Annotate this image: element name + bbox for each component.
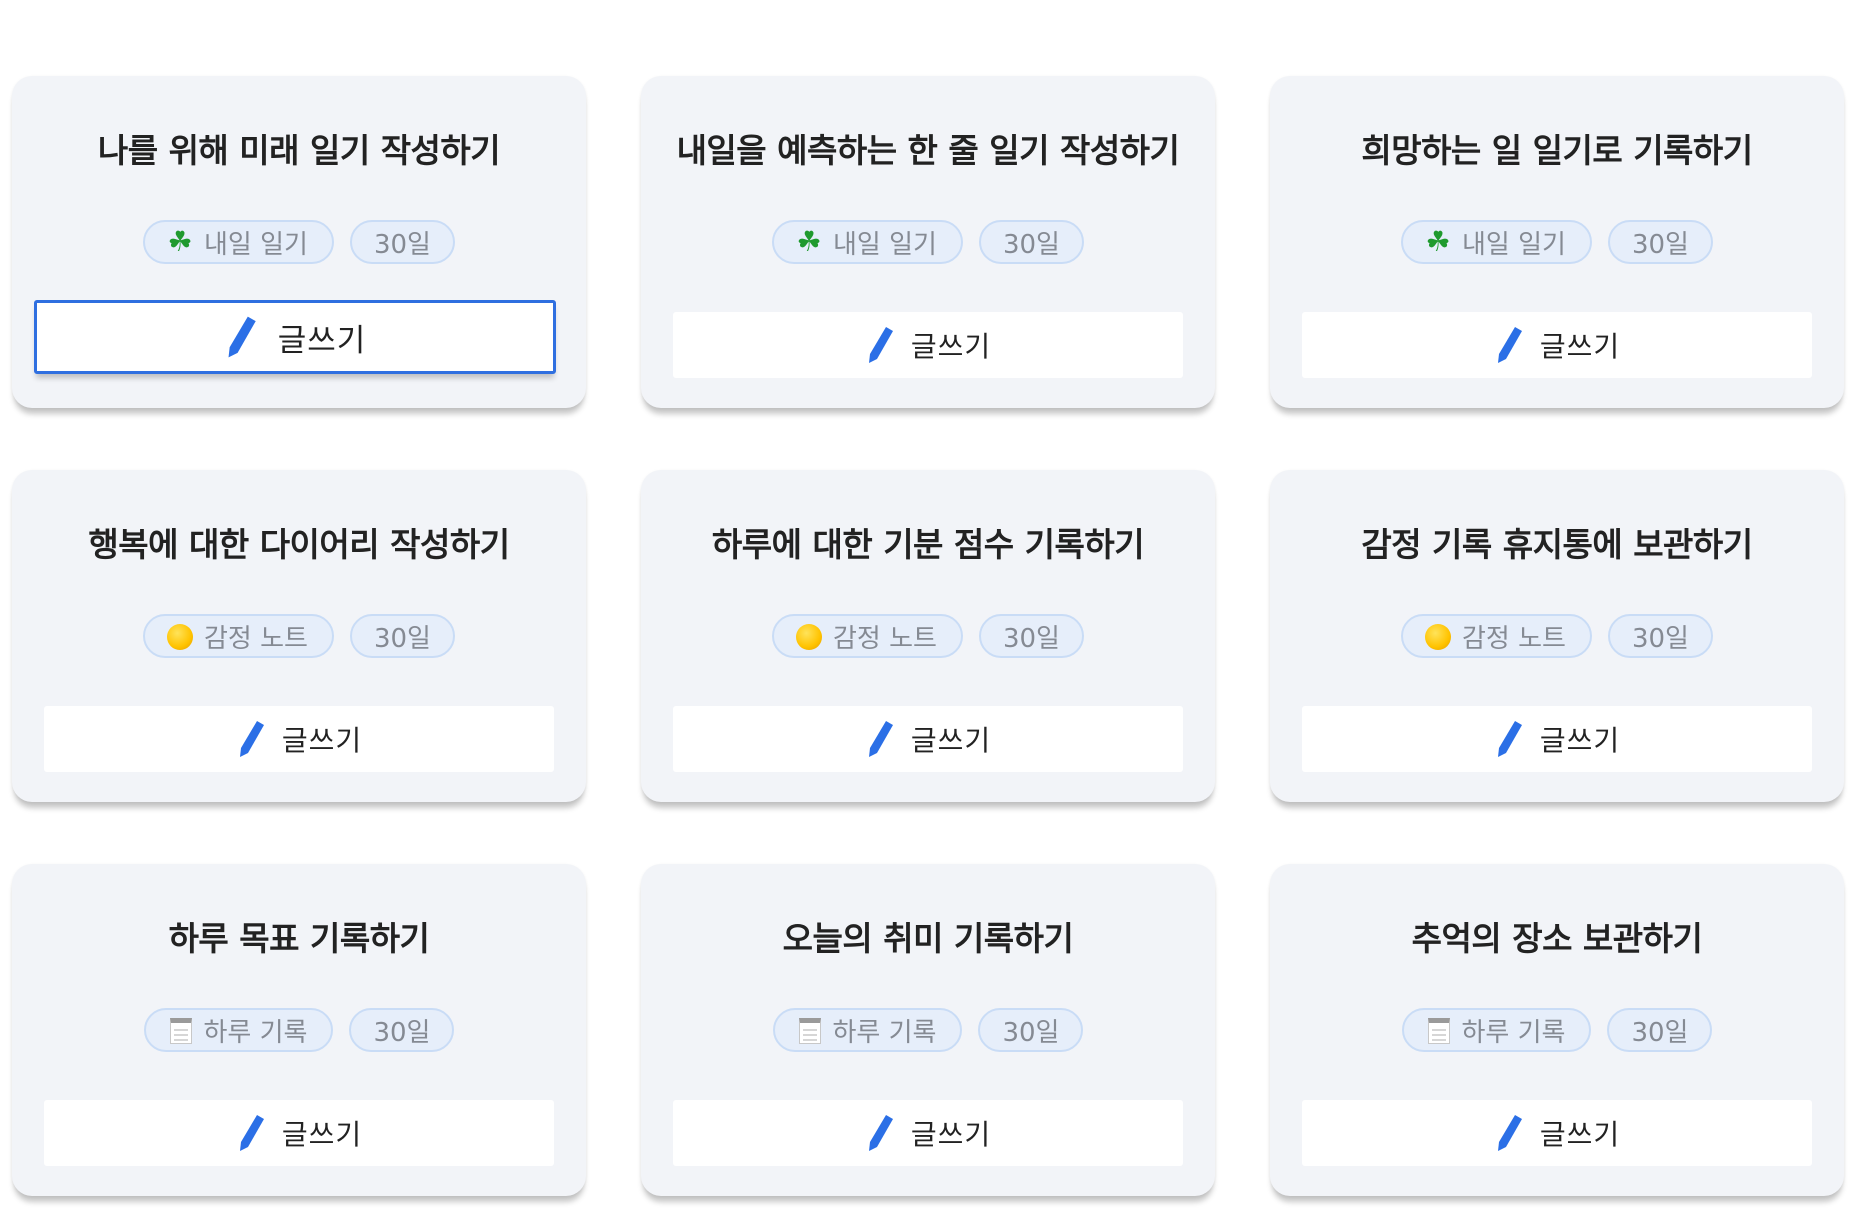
clover-icon: ☘ [1425,225,1451,258]
pencil-icon [868,721,893,757]
card-tags: 하루 기록 30일 [1270,1008,1844,1052]
write-button[interactable]: 글쓰기 [44,1100,554,1166]
card-title: 나를 위해 미래 일기 작성하기 [97,131,501,170]
category-chip: ☘ 내일 일기 [1401,220,1592,264]
category-chip: 감정 노트 [143,614,334,658]
days-chip: 30일 [978,1008,1084,1052]
category-label: 내일 일기 [1462,229,1566,260]
sun-icon [167,624,194,650]
write-button-label: 글쓰기 [1539,330,1621,363]
card-tags: 하루 기록 30일 [641,1008,1215,1052]
clover-icon: ☘ [167,225,193,258]
write-button[interactable]: 글쓰기 [673,312,1183,378]
write-button-label: 글쓰기 [281,724,363,757]
days-chip: 30일 [349,1008,455,1052]
category-chip: 감정 노트 [772,614,963,658]
write-button[interactable]: 글쓰기 [673,706,1183,772]
pencil-icon [1497,721,1522,757]
write-button[interactable]: 글쓰기 [1302,706,1812,772]
category-label: 감정 노트 [833,623,937,654]
diary-card: 감정 기록 휴지통에 보관하기 감정 노트 30일 글쓰기 [1270,470,1844,802]
write-button-label: 글쓰기 [281,1118,363,1151]
card-title: 내일을 예측하는 한 줄 일기 작성하기 [676,131,1180,170]
card-title: 행복에 대한 다이어리 작성하기 [88,525,510,564]
notepad-icon [169,1018,192,1044]
category-label: 감정 노트 [1462,623,1566,654]
card-tags: ☘ 내일 일기 30일 [641,220,1215,264]
write-button-label: 글쓰기 [1539,724,1621,757]
card-title: 추억의 장소 보관하기 [1411,919,1703,958]
category-label: 하루 기록 [832,1017,937,1048]
days-chip: 30일 [978,220,1084,264]
card-tags: 감정 노트 30일 [641,614,1215,658]
diary-card: 하루 목표 기록하기 하루 기록 30일 글쓰기 [12,864,586,1196]
write-button-label: 글쓰기 [910,330,992,363]
write-button-label: 글쓰기 [910,1118,992,1151]
diary-card: 오늘의 취미 기록하기 하루 기록 30일 글쓰기 [641,864,1215,1196]
card-tags: 감정 노트 30일 [1270,614,1844,658]
diary-card-grid: 나를 위해 미래 일기 작성하기 ☘ 내일 일기 30일 글쓰기 내일을 예측하… [12,76,1844,1196]
category-label: 감정 노트 [204,623,308,654]
category-chip: 하루 기록 [772,1008,963,1052]
write-button-label: 글쓰기 [277,322,367,359]
diary-card: 희망하는 일 일기로 기록하기 ☘ 내일 일기 30일 글쓰기 [1270,76,1844,408]
diary-card: 내일을 예측하는 한 줄 일기 작성하기 ☘ 내일 일기 30일 글쓰기 [641,76,1215,408]
write-button[interactable]: 글쓰기 [1302,1100,1812,1166]
category-chip: 하루 기록 [143,1008,334,1052]
notepad-icon [798,1018,821,1044]
category-chip: ☘ 내일 일기 [143,220,334,264]
clover-icon: ☘ [796,225,822,258]
category-label: 내일 일기 [204,229,308,260]
category-chip: 감정 노트 [1401,614,1592,658]
days-chip: 30일 [1607,614,1713,658]
pencil-icon [1497,327,1522,363]
write-button[interactable]: 글쓰기 [1302,312,1812,378]
write-button-label: 글쓰기 [1539,1118,1621,1151]
sun-icon [1425,624,1452,650]
category-label: 하루 기록 [203,1017,308,1048]
write-button-label: 글쓰기 [910,724,992,757]
diary-card: 추억의 장소 보관하기 하루 기록 30일 글쓰기 [1270,864,1844,1196]
write-button[interactable]: 글쓰기 [34,300,556,374]
days-chip: 30일 [1607,220,1713,264]
write-button[interactable]: 글쓰기 [673,1100,1183,1166]
pencil-icon [1497,1115,1522,1151]
days-chip: 30일 [1607,1008,1713,1052]
pencil-icon [868,327,893,363]
category-chip: ☘ 내일 일기 [772,220,963,264]
pencil-icon [228,316,256,358]
notepad-icon [1427,1018,1450,1044]
card-title: 하루에 대한 기분 점수 기록하기 [711,525,1145,564]
card-tags: 감정 노트 30일 [12,614,586,658]
days-chip: 30일 [349,220,455,264]
category-label: 하루 기록 [1461,1017,1566,1048]
pencil-icon [239,1115,264,1151]
card-title: 감정 기록 휴지통에 보관하기 [1361,525,1753,564]
card-tags: ☘ 내일 일기 30일 [1270,220,1844,264]
card-title: 하루 목표 기록하기 [168,919,430,958]
diary-card: 나를 위해 미래 일기 작성하기 ☘ 내일 일기 30일 글쓰기 [12,76,586,408]
category-label: 내일 일기 [833,229,937,260]
pencil-icon [868,1115,893,1151]
diary-card: 하루에 대한 기분 점수 기록하기 감정 노트 30일 글쓰기 [641,470,1215,802]
card-title: 오늘의 취미 기록하기 [782,919,1074,958]
days-chip: 30일 [349,614,455,658]
card-title: 희망하는 일 일기로 기록하기 [1361,131,1753,170]
card-tags: 하루 기록 30일 [12,1008,586,1052]
card-tags: ☘ 내일 일기 30일 [12,220,586,264]
pencil-icon [239,721,264,757]
category-chip: 하루 기록 [1401,1008,1592,1052]
sun-icon [796,624,823,650]
days-chip: 30일 [978,614,1084,658]
write-button[interactable]: 글쓰기 [44,706,554,772]
diary-card: 행복에 대한 다이어리 작성하기 감정 노트 30일 글쓰기 [12,470,586,802]
